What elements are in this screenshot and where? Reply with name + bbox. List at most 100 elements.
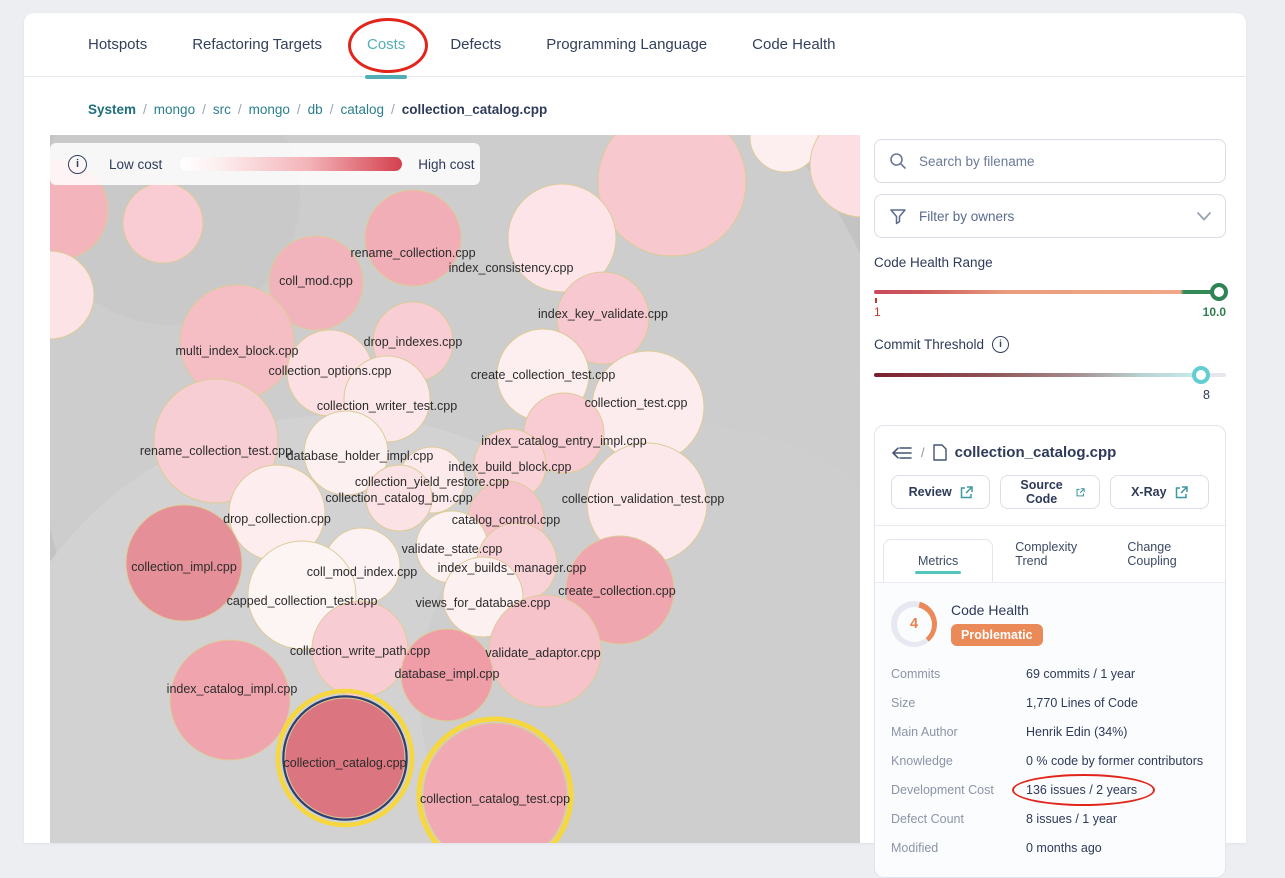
commit-threshold-handle[interactable] xyxy=(1192,366,1210,384)
breadcrumb-root[interactable]: System xyxy=(88,102,136,117)
metric-value: 69 commits / 1 year xyxy=(1026,667,1135,681)
detail-tab-complexity-trend[interactable]: Complexity Trend xyxy=(993,526,1105,582)
file-bubble[interactable] xyxy=(123,183,203,263)
code-health-range-slider[interactable] xyxy=(874,283,1226,301)
bubble-label-index_consistency.cpp[interactable]: index_consistency.cpp xyxy=(449,261,574,275)
bubble-label-database_holder_impl.cpp[interactable]: database_holder_impl.cpp xyxy=(287,449,434,463)
tab-hotspots[interactable]: Hotspots xyxy=(88,13,147,77)
tab-defects[interactable]: Defects xyxy=(450,13,501,77)
bubble-label-collection_catalog_bm.cpp[interactable]: collection_catalog_bm.cpp xyxy=(325,491,472,505)
bubble-label-collection_writer_test.cpp[interactable]: collection_writer_test.cpp xyxy=(317,399,457,413)
breadcrumb-separator: / xyxy=(330,102,334,117)
metric-row-size: Size 1,770 Lines of Code xyxy=(891,694,1209,712)
code-health-range-track[interactable] xyxy=(874,290,1226,294)
legend-low-label: Low cost xyxy=(109,157,162,172)
breadcrumb-separator: / xyxy=(238,102,242,117)
review-button[interactable]: Review xyxy=(891,475,990,509)
bubble-label-drop_collection.cpp[interactable]: drop_collection.cpp xyxy=(223,512,331,526)
detail-tab-metrics[interactable]: Metrics xyxy=(883,539,993,582)
bubble-label-multi_index_block.cpp[interactable]: multi_index_block.cpp xyxy=(176,344,299,358)
bubble-label-index_builds_manager.cpp[interactable]: index_builds_manager.cpp xyxy=(438,561,587,575)
bubble-label-index_catalog_entry_impl.cpp[interactable]: index_catalog_entry_impl.cpp xyxy=(481,434,646,448)
bubble-label-views_for_database.cpp[interactable]: views_for_database.cpp xyxy=(416,596,551,610)
commit-threshold-track[interactable] xyxy=(874,373,1226,377)
bubble-svg: rename_collection.cppindex_consistency.c… xyxy=(50,135,860,843)
metric-value: 136 issues / 2 years xyxy=(1026,783,1137,797)
back-to-list-icon[interactable] xyxy=(891,445,913,461)
bubble-label-collection_catalog.cpp[interactable]: collection_catalog.cpp xyxy=(284,756,407,770)
tab-refactoring-targets[interactable]: Refactoring Targets xyxy=(192,13,322,77)
breadcrumb-db[interactable]: db xyxy=(308,102,323,117)
tab-programming-language[interactable]: Programming Language xyxy=(546,13,707,77)
detail-path-separator: / xyxy=(921,445,925,460)
source-code-button[interactable]: Source Code xyxy=(1000,475,1099,509)
bubble-label-collection_yield_restore.cpp[interactable]: collection_yield_restore.cpp xyxy=(355,475,509,489)
breadcrumb-separator: / xyxy=(391,102,395,117)
metric-value: 8 issues / 1 year xyxy=(1026,812,1117,826)
metric-label: Commits xyxy=(891,667,1026,681)
breadcrumb-src[interactable]: src xyxy=(213,102,231,117)
breadcrumb-mongo-2[interactable]: mongo xyxy=(249,102,290,117)
code-health-title: Code Health xyxy=(951,602,1043,618)
metric-row-defect-count: Defect Count 8 issues / 1 year xyxy=(891,810,1209,828)
bubble-label-collection_write_path.cpp[interactable]: collection_write_path.cpp xyxy=(290,644,430,658)
bubble-label-index_catalog_impl.cpp[interactable]: index_catalog_impl.cpp xyxy=(167,682,298,696)
bubble-label-drop_indexes.cpp[interactable]: drop_indexes.cpp xyxy=(364,335,463,349)
cost-legend: i Low cost High cost xyxy=(50,143,480,185)
breadcrumb-mongo[interactable]: mongo xyxy=(154,102,195,117)
tab-code-health[interactable]: Code Health xyxy=(752,13,835,77)
commit-threshold-slider[interactable] xyxy=(874,366,1226,384)
bubble-label-rename_collection_test.cpp[interactable]: rename_collection_test.cpp xyxy=(140,444,292,458)
search-input[interactable] xyxy=(919,154,1211,169)
xray-button-label: X-Ray xyxy=(1131,485,1166,499)
breadcrumb-current-file: collection_catalog.cpp xyxy=(402,102,548,117)
bubble-label-catalog_control.cpp[interactable]: catalog_control.cpp xyxy=(452,513,560,527)
bubble-label-collection_catalog_test.cpp[interactable]: collection_catalog_test.cpp xyxy=(420,792,570,806)
detail-tab-bar: Metrics Complexity Trend Change Coupling xyxy=(875,526,1225,582)
top-tab-bar: Hotspots Refactoring Targets Costs Defec… xyxy=(24,13,1246,77)
metric-row-knowledge: Knowledge 0 % code by former contributor… xyxy=(891,752,1209,770)
cost-bubble-chart[interactable]: i Low cost High cost rename_collection.c… xyxy=(50,135,860,843)
metric-value: 1,770 Lines of Code xyxy=(1026,696,1138,710)
bubble-label-index_build_block.cpp[interactable]: index_build_block.cpp xyxy=(448,460,571,474)
main-card: Hotspots Refactoring Targets Costs Defec… xyxy=(24,13,1246,843)
breadcrumb-catalog[interactable]: catalog xyxy=(340,102,384,117)
bubble-label-collection_test.cpp[interactable]: collection_test.cpp xyxy=(585,396,688,410)
info-icon[interactable]: i xyxy=(68,155,87,174)
bubble-label-coll_mod.cpp[interactable]: coll_mod.cpp xyxy=(279,274,353,288)
xray-button[interactable]: X-Ray xyxy=(1110,475,1209,509)
tab-costs-label: Costs xyxy=(367,36,405,53)
bubble-label-validate_adaptor.cpp[interactable]: validate_adaptor.cpp xyxy=(485,646,600,660)
bubble-label-create_collection_test.cpp[interactable]: create_collection_test.cpp xyxy=(471,368,616,382)
bubble-label-database_impl.cpp[interactable]: database_impl.cpp xyxy=(395,667,500,681)
file-bubble-collection_catalog_test.cpp[interactable] xyxy=(419,719,571,843)
bubble-label-coll_mod_index.cpp[interactable]: coll_mod_index.cpp xyxy=(307,565,418,579)
code-health-range-handle[interactable] xyxy=(1210,283,1228,301)
bubble-label-rename_collection.cpp[interactable]: rename_collection.cpp xyxy=(350,246,475,260)
file-bubble-rename_collection.cpp[interactable] xyxy=(365,190,461,286)
tab-costs[interactable]: Costs xyxy=(367,13,405,77)
bubble-label-collection_options.cpp[interactable]: collection_options.cpp xyxy=(269,364,392,378)
search-box[interactable] xyxy=(874,139,1226,183)
owner-filter-dropdown[interactable]: Filter by owners xyxy=(874,194,1226,238)
metric-value: 0 % code by former contributors xyxy=(1026,754,1203,768)
breadcrumb-separator: / xyxy=(297,102,301,117)
chevron-down-icon xyxy=(1197,212,1211,221)
commit-threshold-value: 8 xyxy=(874,388,1226,402)
cost-gradient-bar xyxy=(180,157,402,171)
metric-value: Henrik Edin (34%) xyxy=(1026,725,1127,739)
status-badge: Problematic xyxy=(951,624,1043,646)
metric-value: 0 months ago xyxy=(1026,841,1102,855)
bubble-label-index_key_validate.cpp[interactable]: index_key_validate.cpp xyxy=(538,307,668,321)
detail-tab-change-coupling[interactable]: Change Coupling xyxy=(1105,526,1217,582)
info-icon[interactable]: i xyxy=(992,336,1009,353)
bubble-label-create_collection.cpp[interactable]: create_collection.cpp xyxy=(558,584,675,598)
metric-row-commits: Commits 69 commits / 1 year xyxy=(891,665,1209,683)
commit-threshold-label: Commit Threshold xyxy=(874,337,984,352)
bubble-label-collection_validation_test.cpp[interactable]: collection_validation_test.cpp xyxy=(562,492,725,506)
bubble-label-capped_collection_test.cpp[interactable]: capped_collection_test.cpp xyxy=(227,594,378,608)
bubble-label-collection_impl.cpp[interactable]: collection_impl.cpp xyxy=(131,560,237,574)
file-bubble-index_catalog_impl.cpp[interactable] xyxy=(170,640,290,760)
bubble-label-validate_state.cpp[interactable]: validate_state.cpp xyxy=(402,542,503,556)
code-health-max: 10.0 xyxy=(1203,305,1226,319)
